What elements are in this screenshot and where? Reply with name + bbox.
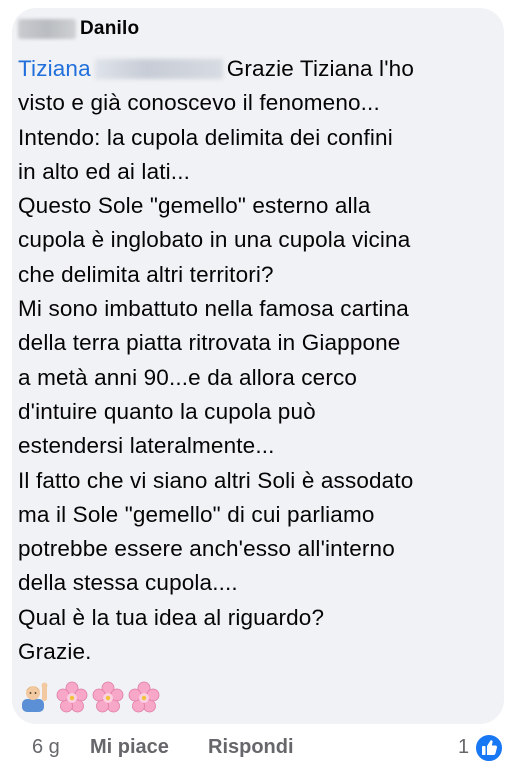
comment-line: della terra piatta ritrovata in Giappone bbox=[18, 330, 401, 356]
reply-button[interactable]: Rispondi bbox=[208, 736, 294, 759]
like-button[interactable]: Mi piace bbox=[90, 736, 169, 759]
comment-line-text: Grazie Tiziana l'ho bbox=[226, 56, 414, 81]
comment-author[interactable]: Danilo bbox=[18, 14, 139, 44]
blurred-author-surname bbox=[18, 19, 76, 39]
comment-line: potrebbe essere anch'esso all'interno bbox=[18, 536, 395, 562]
comment-line: Mi sono imbattuto nella famosa cartina bbox=[18, 296, 409, 322]
mention-link[interactable]: Tiziana bbox=[18, 56, 91, 81]
like-reaction-icon[interactable] bbox=[474, 733, 504, 763]
comment-line: cupola è inglobato in una cupola vicina bbox=[18, 227, 411, 253]
author-name[interactable]: Danilo bbox=[80, 18, 139, 40]
comment-line: Tiziana Grazie Tiziana l'ho bbox=[18, 52, 498, 86]
comment-line: Intendo: la cupola delimita dei confini bbox=[18, 124, 393, 150]
comment-line: Questo Sole "gemello" esterno alla bbox=[18, 193, 371, 219]
comment-line: Il fatto che vi siano altri Soli è assod… bbox=[18, 467, 414, 493]
person-raising-hand-icon bbox=[22, 682, 48, 712]
comment-line: Grazie. bbox=[18, 639, 92, 665]
comment-line: ma il Sole "gemello" di cui parliamo bbox=[18, 501, 375, 527]
comment-timestamp[interactable]: 6 g bbox=[32, 736, 60, 759]
comment-text: Tiziana Grazie Tiziana l'ho visto e già c… bbox=[18, 52, 498, 669]
blurred-mention-surname bbox=[94, 59, 223, 79]
emoji-row bbox=[20, 680, 160, 714]
cherry-blossom-icon bbox=[56, 681, 88, 713]
comment-line: che delimita altri territori? bbox=[18, 261, 274, 287]
reaction-count[interactable]: 1 bbox=[458, 736, 469, 759]
comment-line: d'intuire quanto la cupola può bbox=[18, 398, 316, 424]
comment-line: in alto ed ai lati... bbox=[18, 158, 190, 184]
comment-line: estendersi lateralmente... bbox=[18, 433, 275, 459]
comment-actions: 6 g Mi piace Rispondi 1 bbox=[0, 730, 526, 764]
comment-line: visto e già conoscevo il fenomeno... bbox=[18, 90, 380, 116]
comment-screen: Danilo Tiziana Grazie Tiziana l'ho visto … bbox=[0, 0, 526, 764]
comment-line: a metà anni 90...e da allora cerco bbox=[18, 364, 358, 390]
cherry-blossom-icon bbox=[92, 681, 124, 713]
comment-line: Qual è la tua idea al riguardo? bbox=[18, 604, 325, 630]
comment-line: della stessa cupola.... bbox=[18, 570, 238, 596]
cherry-blossom-icon bbox=[128, 681, 160, 713]
